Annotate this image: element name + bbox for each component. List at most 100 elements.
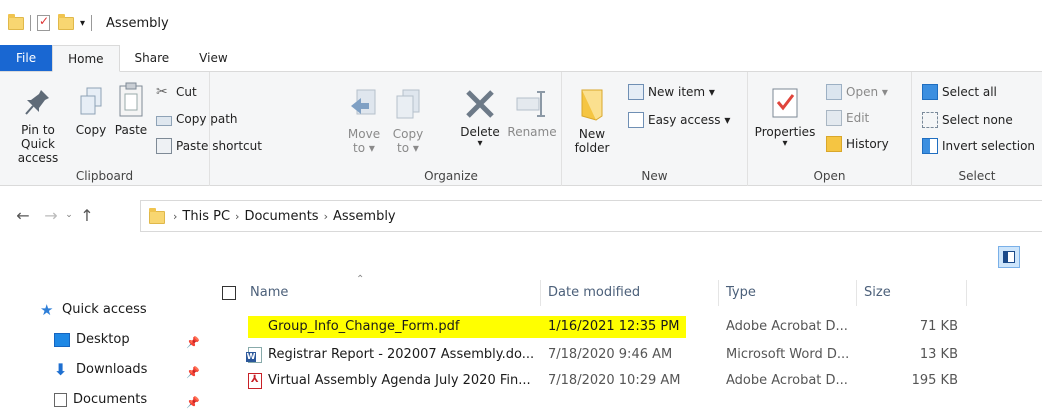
- new-group-label: New: [641, 169, 668, 183]
- properties-icon[interactable]: [37, 14, 50, 31]
- nav-item-quick-access[interactable]: ★ Quick access: [40, 302, 147, 317]
- edit-label: Edit: [846, 111, 870, 125]
- pin-to-quick-access-button[interactable]: Pin to Quick access: [6, 86, 70, 165]
- column-divider[interactable]: [540, 280, 541, 306]
- paste-label: Paste: [114, 123, 148, 137]
- tab-share[interactable]: Share: [120, 45, 185, 71]
- new-item-button[interactable]: New item ▾: [628, 84, 715, 100]
- file-type: Adobe Acrobat D...: [726, 319, 848, 334]
- desktop-icon: [54, 332, 70, 347]
- copy-to-button[interactable]: Copy to ▾: [388, 88, 428, 155]
- select-all-checkbox[interactable]: [222, 286, 236, 300]
- folder-icon[interactable]: [8, 13, 24, 30]
- new-folder-icon[interactable]: [58, 13, 74, 30]
- table-row[interactable]: Group_Info_Change_Form.pdf 1/16/2021 12:…: [212, 316, 972, 338]
- file-size: 195 KB: [911, 373, 958, 388]
- pin-label-line2: access: [17, 151, 59, 165]
- column-divider[interactable]: [718, 280, 719, 306]
- table-row[interactable]: Virtual Assembly Agenda July 2020 Fin...…: [212, 370, 972, 392]
- nav-item-desktop[interactable]: Desktop: [54, 332, 130, 347]
- rename-label: Rename: [507, 125, 557, 139]
- column-divider[interactable]: [966, 280, 967, 306]
- tab-home[interactable]: Home: [52, 45, 120, 72]
- title-bar: ▾ Assembly: [0, 0, 1042, 46]
- tab-view[interactable]: View: [184, 45, 242, 71]
- move-to-button[interactable]: Move to ▾: [344, 88, 384, 155]
- select-all-button[interactable]: Select all: [922, 84, 997, 100]
- invert-selection-icon: [922, 138, 938, 154]
- details-pane-toggle[interactable]: [998, 246, 1020, 268]
- properties-button[interactable]: Properties ▾: [752, 86, 818, 149]
- column-header-date-modified[interactable]: Date modified: [542, 276, 718, 306]
- forward-icon[interactable]: →: [40, 206, 62, 225]
- download-icon: ⬇: [54, 359, 68, 379]
- select-none-button[interactable]: Select none: [922, 112, 1013, 128]
- customize-quick-access-icon[interactable]: ▾: [80, 18, 85, 29]
- file-name: Registrar Report - 202007 Assembly.do...: [268, 347, 535, 362]
- file-name: Group_Info_Change_Form.pdf: [268, 319, 460, 334]
- nav-item-label: Downloads: [76, 362, 148, 377]
- delete-button[interactable]: Delete ▾: [456, 88, 504, 149]
- invert-selection-button[interactable]: Invert selection: [922, 138, 1035, 154]
- paste-button[interactable]: Paste: [110, 82, 152, 137]
- new-folder-button[interactable]: New folder: [570, 86, 614, 155]
- recent-locations-icon[interactable]: ⌄: [62, 210, 76, 220]
- delete-dropdown-icon[interactable]: ▾: [456, 139, 504, 149]
- select-none-label: Select none: [942, 113, 1013, 127]
- easy-access-label: Easy access ▾: [648, 113, 731, 127]
- rename-icon: [516, 91, 545, 117]
- file-list: ⌃ Name Date modified Type Size Group_Inf…: [212, 274, 1042, 415]
- nav-item-downloads[interactable]: ⬇ Downloads: [54, 359, 148, 379]
- edit-button[interactable]: Edit: [826, 110, 869, 126]
- ribbon: Pin to Quick access Copy Paste ✂ Cut Cop…: [0, 72, 1042, 186]
- breadcrumb-separator[interactable]: ›: [235, 210, 239, 223]
- pin-icon[interactable]: 📌: [186, 366, 200, 379]
- nav-item-documents[interactable]: Documents: [54, 392, 147, 407]
- easy-access-button[interactable]: Easy access ▾: [628, 112, 730, 128]
- properties-icon: [772, 88, 798, 118]
- copy-label: Copy: [75, 123, 107, 137]
- nav-item-label: Desktop: [76, 332, 130, 347]
- history-icon: [826, 136, 842, 152]
- clipboard-group: Pin to Quick access Copy Paste ✂ Cut Cop…: [0, 72, 262, 186]
- divider: [30, 15, 31, 31]
- file-name: Virtual Assembly Agenda July 2020 Fin...: [268, 373, 531, 388]
- tab-file[interactable]: File: [0, 45, 53, 71]
- breadcrumb-separator[interactable]: ›: [173, 210, 177, 223]
- copy-to-label-2: to ▾: [397, 141, 419, 155]
- history-button[interactable]: History: [826, 136, 889, 152]
- copy-to-icon: [396, 89, 420, 119]
- select-group-label: Select: [958, 169, 996, 183]
- pin-label-line1: Pin to Quick: [21, 123, 55, 151]
- up-icon[interactable]: ↑: [76, 206, 98, 225]
- open-label: Open ▾: [846, 85, 888, 99]
- breadcrumb-assembly[interactable]: Assembly: [333, 209, 396, 224]
- cut-button[interactable]: ✂ Cut: [156, 84, 197, 100]
- new-item-label: New item ▾: [648, 85, 715, 99]
- copy-button[interactable]: Copy: [72, 86, 110, 137]
- rename-button[interactable]: Rename: [506, 88, 558, 139]
- copy-icon: [80, 87, 102, 115]
- column-header-size[interactable]: Size: [858, 276, 966, 306]
- address-bar[interactable]: › This PC › Documents › Assembly: [140, 200, 1042, 232]
- properties-dropdown-icon[interactable]: ▾: [752, 139, 818, 149]
- select-all-label: Select all: [942, 85, 997, 99]
- breadcrumb-documents[interactable]: Documents: [244, 209, 318, 224]
- back-icon[interactable]: ←: [12, 206, 34, 225]
- window-title: Assembly: [106, 15, 169, 31]
- breadcrumb-this-pc[interactable]: This PC: [182, 209, 230, 224]
- cut-label: Cut: [176, 85, 197, 99]
- move-to-label-2: to ▾: [353, 141, 375, 155]
- breadcrumb-separator[interactable]: ›: [324, 210, 328, 223]
- pin-icon[interactable]: 📌: [186, 396, 200, 409]
- column-divider[interactable]: [856, 280, 857, 306]
- pin-icon[interactable]: 📌: [186, 336, 200, 349]
- paste-icon: [119, 82, 143, 117]
- move-to-label-1: Move: [347, 127, 381, 141]
- open-icon: [826, 84, 842, 100]
- table-row[interactable]: Registrar Report - 202007 Assembly.do...…: [212, 344, 972, 366]
- column-header-name[interactable]: Name: [244, 276, 540, 306]
- column-header-type[interactable]: Type: [720, 276, 856, 306]
- open-button[interactable]: Open ▾: [826, 84, 888, 100]
- ribbon-tabs: File Home Share View: [0, 45, 1042, 72]
